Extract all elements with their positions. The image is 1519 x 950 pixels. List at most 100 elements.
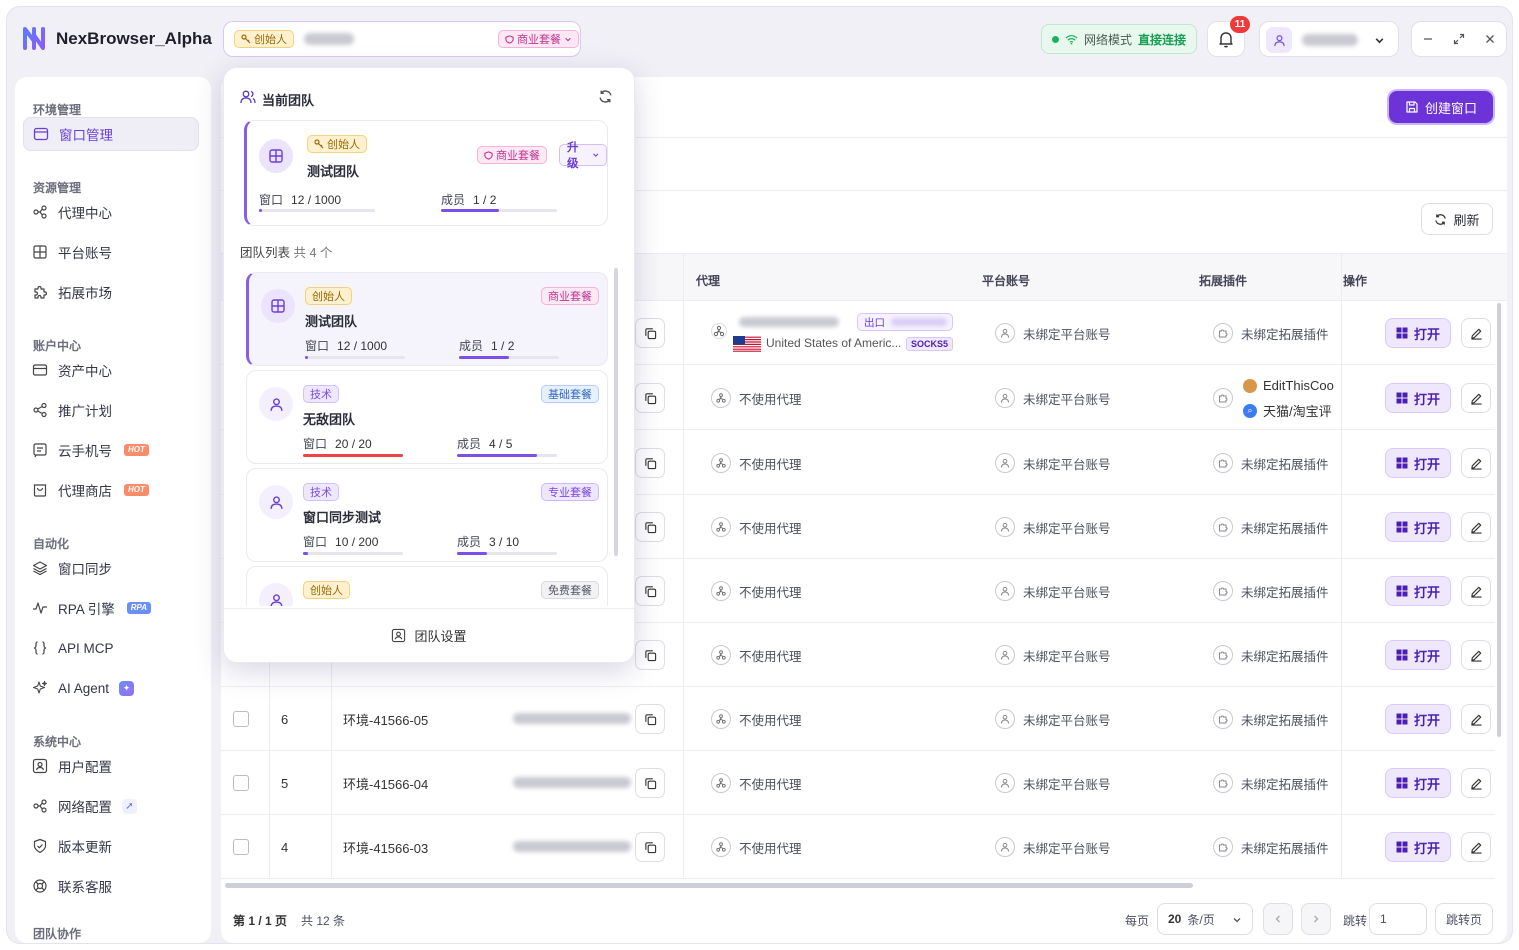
email-blurred (513, 777, 631, 788)
team-list-scrollbar[interactable] (614, 268, 618, 556)
sidebar-item-proxy-store[interactable]: 代理商店 HOT (23, 473, 199, 507)
role-label: 创始人 (310, 585, 343, 597)
copy-button[interactable] (635, 576, 665, 606)
title-bar: NexBrowser_Alpha 创始人 商业套餐 网络模式 直接连接 11 (7, 7, 1512, 69)
copy-button[interactable] (635, 640, 665, 670)
table-row[interactable]: 5 环境-41566-04 不使用代理 未绑定平台账号 未绑定拓展插件 打开 (221, 751, 1495, 815)
search-icon: ⌕ (1243, 403, 1257, 418)
edit-button[interactable] (1461, 704, 1491, 734)
sidebar-item-rpa-engine[interactable]: RPA 引擎 RPA (23, 591, 199, 625)
sidebar-item-window-sync[interactable]: 窗口同步 (23, 551, 199, 585)
row-checkbox[interactable] (233, 775, 249, 791)
app-logo-icon (23, 27, 45, 50)
copy-icon (644, 327, 656, 339)
rpa-badge: RPA (126, 602, 152, 614)
share-icon (33, 402, 47, 418)
app-window: NexBrowser_Alpha 创始人 商业套餐 网络模式 直接连接 11 环… (6, 6, 1513, 944)
user-menu[interactable] (1259, 21, 1399, 57)
sidebar-item-user-config[interactable]: 用户配置 (23, 749, 199, 783)
copy-button[interactable] (635, 512, 665, 542)
edit-button[interactable] (1461, 768, 1491, 798)
account-cell: 未绑定平台账号 (995, 301, 1111, 365)
puzzle-circle-icon (1213, 773, 1233, 793)
refresh-icon[interactable] (598, 89, 613, 104)
open-button[interactable]: 打开 (1385, 832, 1451, 862)
sidebar-item-version-update[interactable]: 版本更新 (23, 829, 199, 863)
sidebar-item-ai-agent[interactable]: AI Agent ✦ (23, 671, 199, 705)
sidebar-item-asset-center[interactable]: 资产中心 (23, 353, 199, 387)
close-icon[interactable] (1484, 33, 1496, 45)
open-label: 打开 (1413, 776, 1440, 792)
team-selector[interactable]: 创始人 商业套餐 (223, 21, 581, 57)
create-window-button[interactable]: 创建窗口 (1389, 91, 1493, 123)
open-button[interactable]: 打开 (1385, 512, 1451, 542)
stat-value: 10 / 200 (335, 535, 379, 549)
open-button[interactable]: 打开 (1385, 704, 1451, 734)
team-list-item[interactable]: 技术 无敌团队 基础套餐 窗口 20 / 20 成员 4 / 5 (246, 370, 608, 464)
copy-button[interactable] (635, 448, 665, 478)
team-settings-button[interactable]: 团队设置 (224, 626, 634, 645)
row-checkbox[interactable] (233, 711, 249, 727)
team-list-item[interactable]: 技术 窗口同步测试 专业套餐 窗口 10 / 200 成员 3 / 10 (246, 468, 608, 562)
open-button[interactable]: 打开 (1385, 318, 1451, 348)
table-row[interactable]: 6 环境-41566-05 不使用代理 未绑定平台账号 未绑定拓展插件 打开 (221, 687, 1495, 751)
team-list: 创始人 测试团队 商业套餐 窗口 12 / 1000 成员 1 / 2 技术 无敌团队 基础套餐窗… (224, 266, 634, 606)
edit-button[interactable] (1461, 832, 1491, 862)
sidebar-item-cloud-phone[interactable]: 云手机号 HOT (23, 433, 199, 467)
team-name: 测试团队 (307, 164, 360, 179)
edit-button[interactable] (1461, 576, 1491, 606)
shop-icon (33, 484, 47, 497)
extension-cell: 未绑定拓展插件 (1213, 495, 1329, 559)
sidebar-item-api-mcp[interactable]: API MCP (23, 631, 199, 665)
sidebar-item-extension-market[interactable]: 拓展市场 (23, 275, 199, 309)
pencil-icon (1470, 328, 1482, 340)
team-list-item[interactable]: 创始人默认团队 免费套餐 (246, 566, 608, 606)
sidebar-item-proxy-center[interactable]: 代理中心 (23, 195, 199, 229)
copy-button[interactable] (635, 318, 665, 348)
proxy-value: 不使用代理 (739, 521, 802, 536)
per-page-select[interactable]: 20 条/页 (1157, 903, 1253, 935)
notification-button[interactable]: 11 (1207, 16, 1250, 57)
copy-button[interactable] (635, 832, 665, 862)
app-title: NexBrowser_Alpha (56, 29, 212, 48)
open-button[interactable]: 打开 (1385, 448, 1451, 478)
sidebar-item-network-config[interactable]: 网络配置 ➚ (23, 789, 199, 823)
minimize-icon[interactable] (1422, 33, 1434, 45)
proxy-cell: 不使用代理 (711, 431, 802, 495)
team-list-item[interactable]: 创始人 测试团队 商业套餐 窗口 12 / 1000 成员 1 / 2 (246, 272, 608, 366)
team-avatar (259, 583, 293, 606)
copy-button[interactable] (635, 383, 665, 413)
horizontal-scrollbar[interactable] (225, 883, 1193, 888)
current-team-card: 创始人 测试团队 商业套餐 升级 窗口 12 / 1000 成员 1 / 2 (244, 120, 608, 226)
proxy-cell: 不使用代理 (711, 559, 802, 623)
edit-button[interactable] (1461, 512, 1491, 542)
edit-button[interactable] (1461, 448, 1491, 478)
table-row[interactable]: 4 环境-41566-03 不使用代理 未绑定平台账号 未绑定拓展插件 打开 (221, 815, 1495, 879)
open-button[interactable]: 打开 (1385, 640, 1451, 670)
jump-page-input[interactable]: 1 (1369, 903, 1427, 935)
prev-page-button[interactable] (1263, 903, 1293, 935)
vertical-scrollbar[interactable] (1497, 303, 1501, 737)
jump-page-button[interactable]: 跳转页 (1435, 903, 1493, 935)
maximize-icon[interactable] (1453, 33, 1465, 45)
open-button[interactable]: 打开 (1385, 768, 1451, 798)
sidebar-item-promotion[interactable]: 推广计划 (23, 393, 199, 427)
sidebar-item-platform-accounts[interactable]: 平台账号 (23, 235, 199, 269)
sidebar-item-label: API MCP (58, 640, 114, 656)
upgrade-button[interactable]: 升级 (559, 142, 607, 170)
row-checkbox[interactable] (233, 839, 249, 855)
network-mode-indicator[interactable]: 网络模式 直接连接 (1041, 24, 1197, 54)
copy-button[interactable] (635, 704, 665, 734)
copy-button[interactable] (635, 768, 665, 798)
sidebar-item-support[interactable]: 联系客服 (23, 869, 199, 903)
refresh-button[interactable]: 刷新 (1421, 203, 1493, 235)
edit-button[interactable] (1461, 383, 1491, 413)
sidebar-item-window-management[interactable]: 窗口管理 (23, 117, 199, 151)
team-avatar (259, 139, 293, 173)
open-button[interactable]: 打开 (1385, 576, 1451, 606)
account-cell: 未绑定平台账号 (995, 815, 1111, 879)
open-button[interactable]: 打开 (1385, 383, 1451, 413)
edit-button[interactable] (1461, 318, 1491, 348)
edit-button[interactable] (1461, 640, 1491, 670)
next-page-button[interactable] (1301, 903, 1331, 935)
